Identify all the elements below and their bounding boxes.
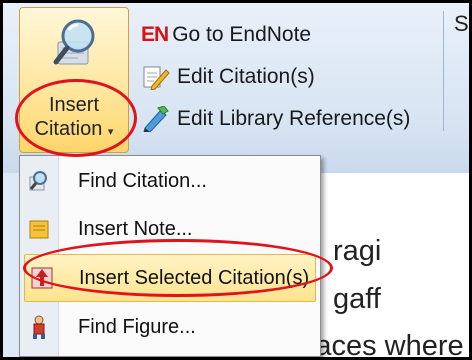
menu-item-insert-selected-citations[interactable]: Insert Selected Citation(s) [24, 254, 316, 302]
document-text-line: gaff [333, 283, 381, 315]
insert-citation-label-line2: Citation [34, 118, 103, 140]
endnote-ribbon-group: Insert Citation ▾ EN Go to EndNote Edit … [3, 3, 469, 173]
edit-citation-icon [141, 63, 171, 91]
go-to-endnote-label: Go to EndNote [172, 23, 312, 46]
chevron-down-icon: ▾ [107, 126, 114, 138]
insert-citation-label-line1: Insert [48, 94, 100, 116]
find-figure-icon [20, 314, 58, 340]
menu-item-insert-note[interactable]: Insert Note... [20, 206, 320, 252]
menu-item-find-citation[interactable]: Find Citation... [20, 158, 320, 204]
menu-item-label: Find Figure... [78, 315, 196, 338]
ribbon-separator [443, 11, 444, 131]
insert-citation-label-line2-wrap: Citation ▾ [20, 118, 128, 141]
insert-citation-button[interactable]: Insert Citation ▾ [19, 7, 129, 153]
go-to-endnote-button[interactable]: EN Go to EndNote [141, 19, 311, 51]
insert-selected-citation-icon [25, 266, 59, 290]
endnote-logo-icon: EN [141, 23, 169, 46]
menu-item-label: Find Citation... [78, 169, 207, 192]
document-text-line: ragi [333, 235, 382, 267]
menu-item-find-figure[interactable]: Find Figure... [20, 304, 320, 350]
next-group-partial-text: S [454, 11, 469, 36]
edit-library-references-button[interactable]: Edit Library Reference(s) [141, 103, 410, 135]
insert-citation-dropdown-menu: Find Citation... Insert Note... Insert S… [19, 155, 321, 357]
edit-citations-button[interactable]: Edit Citation(s) [141, 61, 315, 93]
magnifier-icon [53, 19, 95, 65]
word-window: Insert Citation ▾ EN Go to EndNote Edit … [3, 3, 469, 357]
find-citation-icon [20, 169, 58, 193]
menu-item-label: Insert Note... [78, 217, 193, 240]
menu-item-label: Insert Selected Citation(s) [79, 266, 310, 289]
edit-library-icon [141, 105, 171, 133]
edit-citations-label: Edit Citation(s) [177, 65, 315, 88]
edit-library-references-label: Edit Library Reference(s) [177, 107, 411, 130]
insert-note-icon [20, 217, 58, 241]
